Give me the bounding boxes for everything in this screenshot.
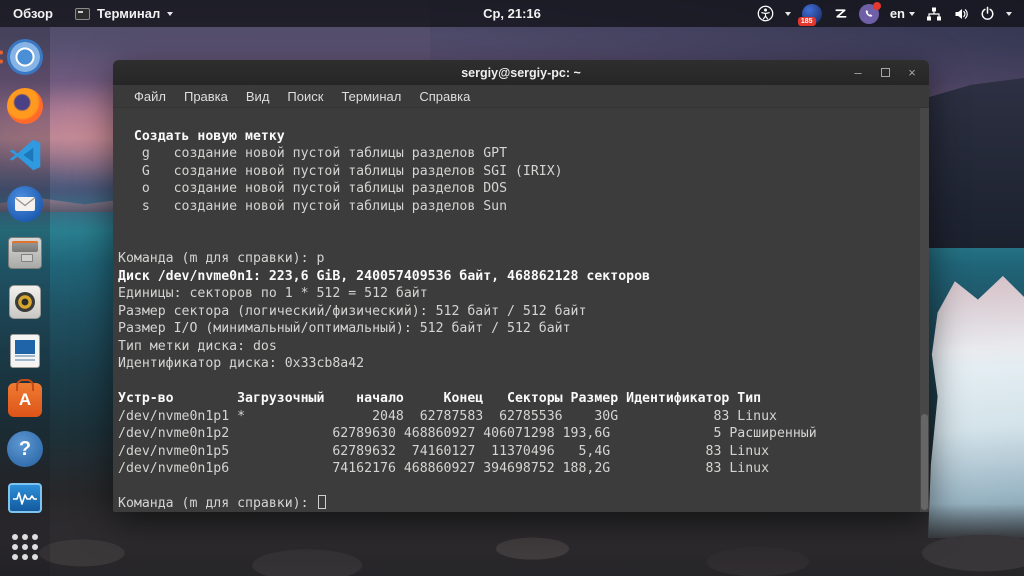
terminal-line: Единицы: секторов по 1 * 512 = 512 байт — [118, 285, 929, 303]
terminal-line — [118, 110, 929, 128]
dock-item-vscode[interactable] — [6, 136, 44, 174]
dock-item-thunderbird[interactable] — [6, 185, 44, 223]
terminal-line: g создание новой пустой таблицы разделов… — [118, 145, 929, 163]
menubar: ФайлПравкаВидПоискТерминалСправка — [113, 85, 929, 108]
file-cabinet-icon — [8, 237, 42, 269]
terminal-line: Команда (m для справки): — [118, 495, 929, 512]
chevron-down-icon[interactable] — [1006, 12, 1012, 16]
power-icon[interactable] — [980, 6, 995, 21]
speaker-app-icon — [9, 285, 41, 319]
libreoffice-writer-icon — [10, 334, 40, 368]
ubuntu-software-icon: A — [8, 383, 42, 417]
dock-item-chromium[interactable] — [6, 38, 44, 76]
focused-app-label: Терминал — [97, 6, 160, 21]
terminal-line: /dev/nvme0n1p2 62789630 468860927 406071… — [118, 425, 929, 443]
menu-item[interactable]: Файл — [125, 87, 175, 106]
dock-item-files[interactable] — [6, 234, 44, 272]
viber-icon[interactable] — [859, 4, 879, 24]
terminal-line: Размер сектора (логический/физический): … — [118, 303, 929, 321]
show-applications-icon — [12, 534, 38, 560]
dock-item-multimedia[interactable] — [6, 283, 44, 321]
notification-dot — [873, 2, 881, 10]
menu-item[interactable]: Терминал — [332, 87, 410, 106]
top-bar: Обзор Терминал Ср, 21:16 185 — [0, 0, 1024, 27]
terminal-line — [118, 233, 929, 251]
terminal-line: Диск /dev/nvme0n1: 223,6 GiB, 2400574095… — [118, 268, 929, 286]
close-button[interactable]: × — [905, 66, 919, 80]
messenger-badge-icon[interactable]: 185 — [802, 4, 822, 24]
keyboard-layout-indicator[interactable]: en — [890, 6, 915, 21]
terminal-line: Создать новую метку — [118, 128, 929, 146]
chromium-icon — [7, 39, 43, 75]
dock-item-system-monitor[interactable] — [6, 479, 44, 517]
chevron-down-icon[interactable] — [785, 12, 791, 16]
accessibility-icon[interactable] — [757, 5, 774, 22]
terminal-line: Тип метки диска: dos — [118, 338, 929, 356]
system-monitor-icon — [8, 483, 42, 513]
desktop: Обзор Терминал Ср, 21:16 185 — [0, 0, 1024, 576]
titlebar[interactable]: sergiy@sergiy-pc: ~ – × — [113, 60, 929, 85]
terminal-app-icon — [75, 8, 90, 20]
terminal-line: o создание новой пустой таблицы разделов… — [118, 180, 929, 198]
terminal-line: /dev/nvme0n1p5 62789632 74160127 1137049… — [118, 443, 929, 461]
vscode-icon — [7, 137, 43, 173]
dock-item-software[interactable]: A — [6, 381, 44, 419]
focused-app-menu[interactable]: Терминал — [75, 6, 173, 21]
menu-item[interactable]: Справка — [410, 87, 479, 106]
terminal-line — [118, 215, 929, 233]
terminal-cursor — [318, 495, 326, 509]
dock-item-help[interactable]: ? — [6, 430, 44, 468]
wallpaper-iceberg — [928, 276, 1024, 538]
terminal-line — [118, 478, 929, 496]
language-label: en — [890, 6, 905, 21]
terminal-output: Создать новую метку g создание новой пус… — [118, 110, 929, 512]
z-indicator-icon[interactable] — [833, 6, 848, 21]
activities-button[interactable]: Обзор — [13, 6, 53, 21]
volume-icon[interactable] — [953, 6, 969, 22]
dock: A ? — [0, 27, 50, 576]
dock-item-show-applications[interactable] — [6, 528, 44, 566]
menu-item[interactable]: Поиск — [278, 87, 332, 106]
menu-item[interactable]: Вид — [237, 87, 279, 106]
scrollbar-handle[interactable] — [921, 414, 928, 510]
terminal-line: s создание новой пустой таблицы разделов… — [118, 198, 929, 216]
terminal-line: Размер I/O (минимальный/оптимальный): 51… — [118, 320, 929, 338]
terminal-body[interactable]: Создать новую метку g создание новой пус… — [113, 108, 929, 512]
maximize-icon — [881, 68, 890, 77]
dock-item-firefox[interactable] — [6, 87, 44, 125]
terminal-line: G создание новой пустой таблицы разделов… — [118, 163, 929, 181]
maximize-button[interactable] — [878, 66, 892, 80]
running-indicator — [0, 51, 3, 64]
terminal-line: Устр-во Загрузочный начало Конец Секторы… — [118, 390, 929, 408]
terminal-line: /dev/nvme0n1p6 74162176 468860927 394698… — [118, 460, 929, 478]
unread-count-badge: 185 — [798, 17, 816, 26]
window-title: sergiy@sergiy-pc: ~ — [113, 66, 929, 80]
menu-item[interactable]: Правка — [175, 87, 237, 106]
scrollbar[interactable] — [920, 108, 929, 512]
thunderbird-icon — [7, 186, 43, 222]
chevron-down-icon — [167, 12, 173, 16]
question-glyph: ? — [19, 438, 31, 461]
terminal-line — [118, 373, 929, 391]
chevron-down-icon — [909, 12, 915, 16]
network-wired-icon[interactable] — [926, 6, 942, 22]
help-icon: ? — [7, 431, 43, 467]
terminal-line: /dev/nvme0n1p1 * 2048 62787583 62785536 … — [118, 408, 929, 426]
terminal-window: sergiy@sergiy-pc: ~ – × ФайлПравкаВидПои… — [113, 60, 929, 512]
terminal-line: Команда (m для справки): p — [118, 250, 929, 268]
firefox-icon — [7, 88, 43, 124]
minimize-button[interactable]: – — [851, 66, 865, 80]
software-letter: A — [19, 390, 31, 410]
terminal-line: Идентификатор диска: 0x33cb8a42 — [118, 355, 929, 373]
wallpaper-rocks — [0, 504, 1024, 576]
dock-item-writer[interactable] — [6, 332, 44, 370]
